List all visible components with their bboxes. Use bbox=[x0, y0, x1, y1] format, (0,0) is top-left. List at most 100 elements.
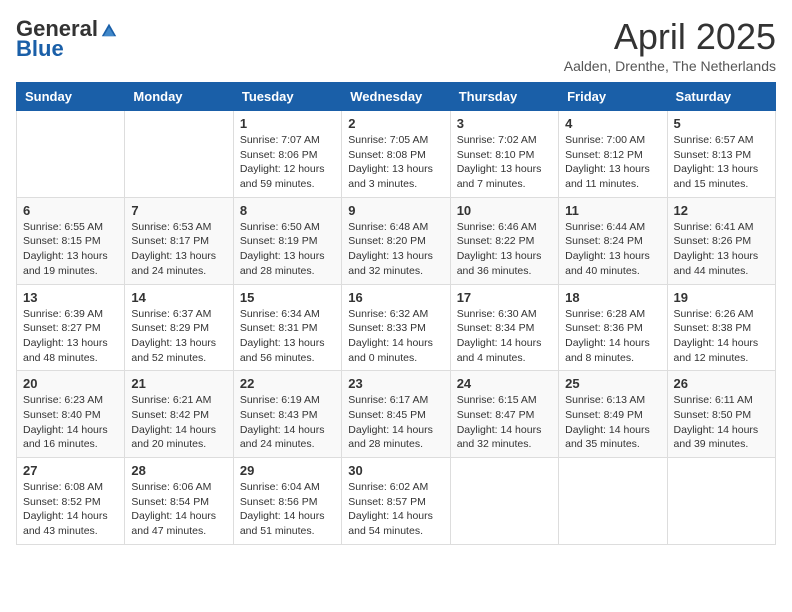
day-info: Sunrise: 6:53 AM Sunset: 8:17 PM Dayligh… bbox=[131, 220, 226, 279]
calendar-week-row: 6 Sunrise: 6:55 AM Sunset: 8:15 PM Daylig… bbox=[17, 197, 776, 284]
logo-blue-text: Blue bbox=[16, 36, 64, 62]
day-number: 6 bbox=[23, 203, 118, 218]
day-number: 9 bbox=[348, 203, 443, 218]
day-number: 28 bbox=[131, 463, 226, 478]
calendar-title: April 2025 bbox=[564, 16, 776, 58]
calendar-cell: 21Sunrise: 6:21 AM Sunset: 8:42 PM Dayli… bbox=[125, 371, 233, 458]
day-info: Sunrise: 6:08 AM Sunset: 8:52 PM Dayligh… bbox=[23, 480, 118, 539]
calendar-subtitle: Aalden, Drenthe, The Netherlands bbox=[564, 58, 776, 74]
calendar-cell: 29 Sunrise: 6:04 AM Sunset: 8:56 PM Dayli… bbox=[233, 458, 341, 545]
page-header: General Blue April 2025 Aalden, Drenthe,… bbox=[16, 16, 776, 74]
day-number: 27 bbox=[23, 463, 118, 478]
calendar-cell: 16 Sunrise: 6:32 AM Sunset: 8:33 PM Dayli… bbox=[342, 284, 450, 371]
calendar-cell: 7 Sunrise: 6:53 AM Sunset: 8:17 PM Daylig… bbox=[125, 197, 233, 284]
calendar-cell: 28Sunrise: 6:06 AM Sunset: 8:54 PM Dayli… bbox=[125, 458, 233, 545]
day-number: 11 bbox=[565, 203, 660, 218]
calendar-cell: 22 Sunrise: 6:19 AM Sunset: 8:43 PM Dayli… bbox=[233, 371, 341, 458]
calendar-week-row: 13Sunrise: 6:39 AM Sunset: 8:27 PM Dayli… bbox=[17, 284, 776, 371]
day-number: 10 bbox=[457, 203, 552, 218]
day-info: Sunrise: 7:00 AM Sunset: 8:12 PM Dayligh… bbox=[565, 133, 660, 192]
day-info: Sunrise: 6:57 AM Sunset: 8:13 PM Dayligh… bbox=[674, 133, 769, 192]
calendar-cell: 17Sunrise: 6:30 AM Sunset: 8:34 PM Dayli… bbox=[450, 284, 558, 371]
calendar-cell: 1 Sunrise: 7:07 AM Sunset: 8:06 PM Daylig… bbox=[233, 111, 341, 198]
day-number: 2 bbox=[348, 116, 443, 131]
day-number: 12 bbox=[674, 203, 769, 218]
calendar-cell bbox=[17, 111, 125, 198]
day-info: Sunrise: 6:19 AM Sunset: 8:43 PM Dayligh… bbox=[240, 393, 335, 452]
day-number: 19 bbox=[674, 290, 769, 305]
day-number: 14 bbox=[131, 290, 226, 305]
weekday-header-monday: Monday bbox=[125, 83, 233, 111]
day-info: Sunrise: 7:05 AM Sunset: 8:08 PM Dayligh… bbox=[348, 133, 443, 192]
day-number: 29 bbox=[240, 463, 335, 478]
calendar-cell: 30Sunrise: 6:02 AM Sunset: 8:57 PM Dayli… bbox=[342, 458, 450, 545]
day-info: Sunrise: 6:04 AM Sunset: 8:56 PM Dayligh… bbox=[240, 480, 335, 539]
day-info: Sunrise: 6:26 AM Sunset: 8:38 PM Dayligh… bbox=[674, 307, 769, 366]
calendar-cell: 18Sunrise: 6:28 AM Sunset: 8:36 PM Dayli… bbox=[559, 284, 667, 371]
day-number: 8 bbox=[240, 203, 335, 218]
day-number: 26 bbox=[674, 376, 769, 391]
calendar-cell: 2 Sunrise: 7:05 AM Sunset: 8:08 PM Daylig… bbox=[342, 111, 450, 198]
day-number: 22 bbox=[240, 376, 335, 391]
day-info: Sunrise: 6:17 AM Sunset: 8:45 PM Dayligh… bbox=[348, 393, 443, 452]
calendar-cell: 3Sunrise: 7:02 AM Sunset: 8:10 PM Daylig… bbox=[450, 111, 558, 198]
day-info: Sunrise: 6:11 AM Sunset: 8:50 PM Dayligh… bbox=[674, 393, 769, 452]
calendar-cell: 27 Sunrise: 6:08 AM Sunset: 8:52 PM Dayli… bbox=[17, 458, 125, 545]
day-number: 30 bbox=[348, 463, 443, 478]
logo-icon bbox=[100, 20, 118, 38]
weekday-header-sunday: Sunday bbox=[17, 83, 125, 111]
day-info: Sunrise: 6:39 AM Sunset: 8:27 PM Dayligh… bbox=[23, 307, 118, 366]
day-info: Sunrise: 6:32 AM Sunset: 8:33 PM Dayligh… bbox=[348, 307, 443, 366]
calendar-cell: 13Sunrise: 6:39 AM Sunset: 8:27 PM Dayli… bbox=[17, 284, 125, 371]
calendar-cell bbox=[667, 458, 775, 545]
calendar-cell: 24Sunrise: 6:15 AM Sunset: 8:47 PM Dayli… bbox=[450, 371, 558, 458]
day-info: Sunrise: 7:07 AM Sunset: 8:06 PM Dayligh… bbox=[240, 133, 335, 192]
day-number: 1 bbox=[240, 116, 335, 131]
day-info: Sunrise: 6:48 AM Sunset: 8:20 PM Dayligh… bbox=[348, 220, 443, 279]
title-block: April 2025 Aalden, Drenthe, The Netherla… bbox=[564, 16, 776, 74]
calendar-cell: 14 Sunrise: 6:37 AM Sunset: 8:29 PM Dayli… bbox=[125, 284, 233, 371]
calendar-cell: 25 Sunrise: 6:13 AM Sunset: 8:49 PM Dayli… bbox=[559, 371, 667, 458]
logo: General Blue bbox=[16, 16, 118, 62]
day-number: 23 bbox=[348, 376, 443, 391]
day-info: Sunrise: 6:30 AM Sunset: 8:34 PM Dayligh… bbox=[457, 307, 552, 366]
calendar-cell: 23 Sunrise: 6:17 AM Sunset: 8:45 PM Dayli… bbox=[342, 371, 450, 458]
day-info: Sunrise: 6:23 AM Sunset: 8:40 PM Dayligh… bbox=[23, 393, 118, 452]
calendar-cell: 19 Sunrise: 6:26 AM Sunset: 8:38 PM Dayli… bbox=[667, 284, 775, 371]
calendar-cell: 6 Sunrise: 6:55 AM Sunset: 8:15 PM Daylig… bbox=[17, 197, 125, 284]
calendar-cell: 5 Sunrise: 6:57 AM Sunset: 8:13 PM Daylig… bbox=[667, 111, 775, 198]
weekday-header-saturday: Saturday bbox=[667, 83, 775, 111]
calendar-week-row: 1 Sunrise: 7:07 AM Sunset: 8:06 PM Daylig… bbox=[17, 111, 776, 198]
day-info: Sunrise: 6:15 AM Sunset: 8:47 PM Dayligh… bbox=[457, 393, 552, 452]
day-number: 21 bbox=[131, 376, 226, 391]
calendar-week-row: 27 Sunrise: 6:08 AM Sunset: 8:52 PM Dayli… bbox=[17, 458, 776, 545]
day-number: 4 bbox=[565, 116, 660, 131]
calendar-cell: 11 Sunrise: 6:44 AM Sunset: 8:24 PM Dayli… bbox=[559, 197, 667, 284]
day-number: 20 bbox=[23, 376, 118, 391]
weekday-header-wednesday: Wednesday bbox=[342, 83, 450, 111]
weekday-header-row: SundayMondayTuesdayWednesdayThursdayFrid… bbox=[17, 83, 776, 111]
calendar-cell bbox=[559, 458, 667, 545]
calendar-cell: 15Sunrise: 6:34 AM Sunset: 8:31 PM Dayli… bbox=[233, 284, 341, 371]
day-info: Sunrise: 6:13 AM Sunset: 8:49 PM Dayligh… bbox=[565, 393, 660, 452]
calendar-table: SundayMondayTuesdayWednesdayThursdayFrid… bbox=[16, 82, 776, 545]
day-info: Sunrise: 6:50 AM Sunset: 8:19 PM Dayligh… bbox=[240, 220, 335, 279]
calendar-cell: 26 Sunrise: 6:11 AM Sunset: 8:50 PM Dayli… bbox=[667, 371, 775, 458]
day-number: 25 bbox=[565, 376, 660, 391]
weekday-header-thursday: Thursday bbox=[450, 83, 558, 111]
day-info: Sunrise: 6:55 AM Sunset: 8:15 PM Dayligh… bbox=[23, 220, 118, 279]
day-info: Sunrise: 6:28 AM Sunset: 8:36 PM Dayligh… bbox=[565, 307, 660, 366]
day-info: Sunrise: 6:41 AM Sunset: 8:26 PM Dayligh… bbox=[674, 220, 769, 279]
day-number: 5 bbox=[674, 116, 769, 131]
day-info: Sunrise: 6:46 AM Sunset: 8:22 PM Dayligh… bbox=[457, 220, 552, 279]
day-number: 7 bbox=[131, 203, 226, 218]
day-info: Sunrise: 6:34 AM Sunset: 8:31 PM Dayligh… bbox=[240, 307, 335, 366]
calendar-cell: 9 Sunrise: 6:48 AM Sunset: 8:20 PM Daylig… bbox=[342, 197, 450, 284]
calendar-cell: 4 Sunrise: 7:00 AM Sunset: 8:12 PM Daylig… bbox=[559, 111, 667, 198]
day-info: Sunrise: 7:02 AM Sunset: 8:10 PM Dayligh… bbox=[457, 133, 552, 192]
day-info: Sunrise: 6:44 AM Sunset: 8:24 PM Dayligh… bbox=[565, 220, 660, 279]
calendar-week-row: 20 Sunrise: 6:23 AM Sunset: 8:40 PM Dayli… bbox=[17, 371, 776, 458]
day-number: 16 bbox=[348, 290, 443, 305]
day-info: Sunrise: 6:37 AM Sunset: 8:29 PM Dayligh… bbox=[131, 307, 226, 366]
weekday-header-tuesday: Tuesday bbox=[233, 83, 341, 111]
